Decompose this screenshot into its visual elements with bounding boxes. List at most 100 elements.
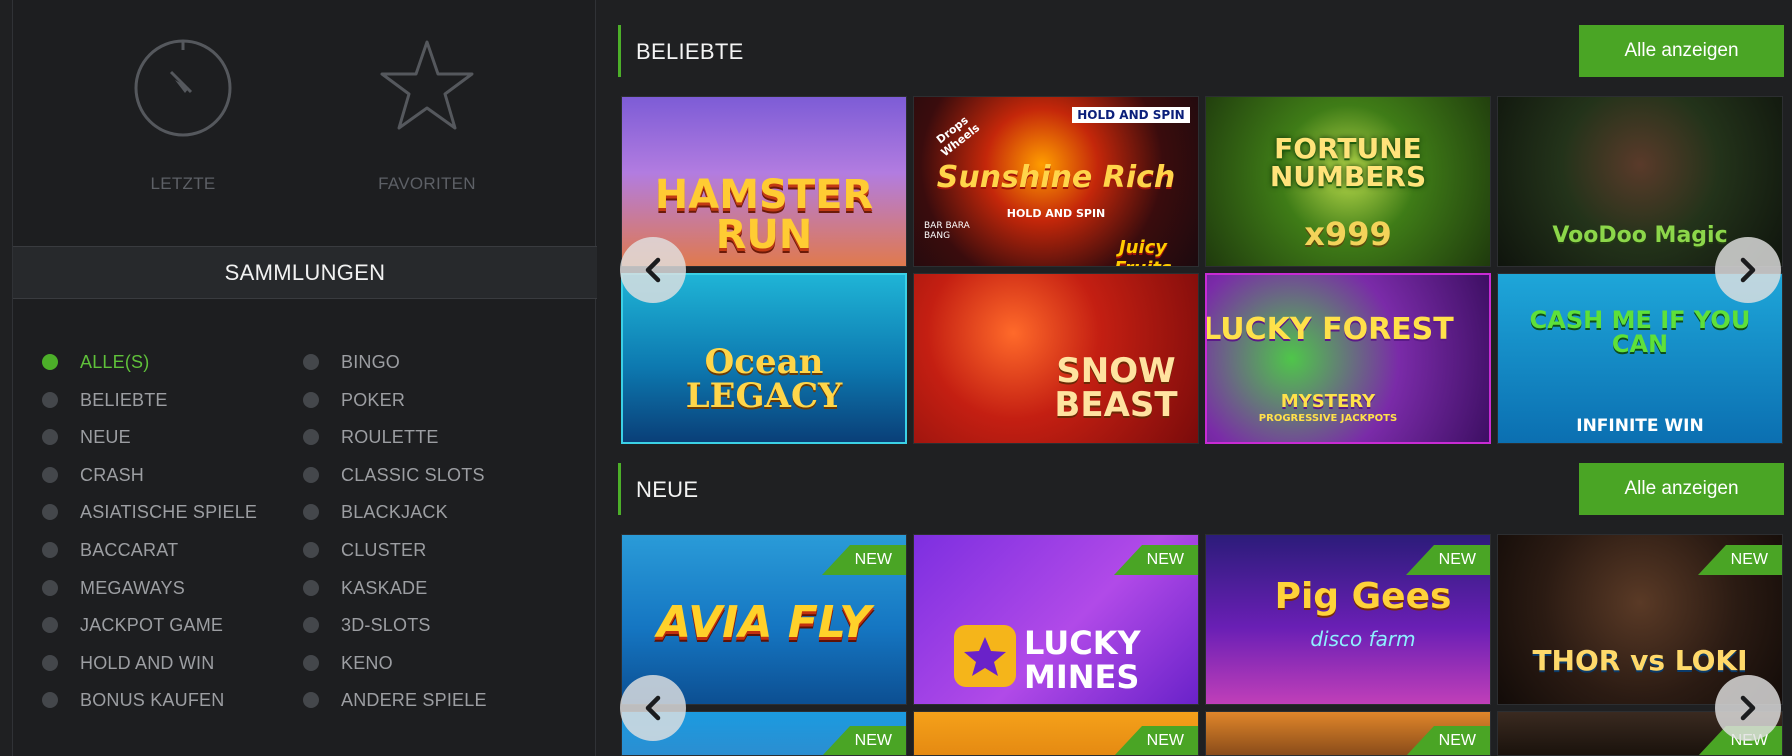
collection-label: ALLE(S)	[80, 351, 150, 372]
game-subtitle: INFINITE WIN	[1576, 416, 1704, 436]
game-subtitle: disco farm	[1310, 627, 1416, 651]
section-accent-bar	[618, 25, 621, 77]
collection-label: BACCARAT	[80, 539, 179, 560]
radio-dot	[42, 467, 58, 483]
radio-dot	[42, 542, 58, 558]
collection-label: ASIATISCHE SPIELE	[80, 501, 258, 522]
favorites-link[interactable]: FAVORITEN	[327, 36, 527, 194]
game-title: Sunshine Rich	[936, 160, 1176, 195]
collection-item-cluster[interactable]: CLUSTER	[303, 531, 426, 569]
recent-games-link[interactable]: LETZTE	[83, 36, 283, 194]
collection-item-jackpot[interactable]: JACKPOT GAME	[42, 606, 223, 644]
game-tile[interactable]: NEW	[1205, 711, 1491, 756]
casino-page: LETZTE FAVORITEN SAMMLUNGEN ALLE(S) BELI…	[0, 0, 1792, 756]
sidebar: LETZTE FAVORITEN SAMMLUNGEN ALLE(S) BELI…	[12, 0, 597, 756]
collection-item-crash[interactable]: CRASH	[42, 456, 144, 494]
collection-item-asian[interactable]: ASIATISCHE SPIELE	[42, 493, 257, 531]
collection-item-blackjack[interactable]: BLACKJACK	[303, 493, 448, 531]
game-subtitle: MYSTERY	[1280, 391, 1376, 412]
collection-item-roulette[interactable]: ROULETTE	[303, 418, 439, 456]
radio-dot	[303, 467, 319, 483]
collection-label: BLACKJACK	[341, 501, 448, 522]
star-icon	[954, 625, 1016, 687]
collection-label: NEUE	[80, 426, 131, 447]
game-hold-and-spin-tag: HOLD AND SPIN	[1072, 107, 1190, 123]
game-subtitle: HOLD AND SPIN	[1006, 207, 1106, 220]
new-prev-button[interactable]	[620, 675, 686, 741]
new-next-button[interactable]	[1715, 675, 1781, 741]
collection-label: BINGO	[341, 351, 401, 372]
game-title: FORTUNE NUMBERS	[1269, 132, 1427, 193]
radio-dot	[42, 429, 58, 445]
collection-item-megaways[interactable]: MEGAWAYS	[42, 569, 185, 607]
popular-prev-button[interactable]	[620, 237, 686, 303]
radio-dot	[42, 655, 58, 671]
popular-section-header: BELIEBTE Alle anzeigen	[618, 25, 1784, 77]
collections-title: SAMMLUNGEN	[224, 259, 386, 285]
radio-dot	[303, 504, 319, 520]
game-title: CASH ME IF YOU CAN	[1529, 306, 1751, 358]
stopwatch-icon	[134, 39, 232, 137]
radio-dot	[42, 617, 58, 633]
collection-label: BONUS KAUFEN	[80, 689, 225, 710]
quick-links: LETZTE FAVORITEN	[13, 0, 597, 246]
collection-item-new[interactable]: NEUE	[42, 418, 131, 456]
radio-dot	[303, 542, 319, 558]
collection-item-other-games[interactable]: ANDERE SPIELE	[303, 681, 487, 719]
recent-label: LETZTE	[150, 174, 216, 193]
popular-show-all-button[interactable]: Alle anzeigen	[1579, 25, 1784, 77]
game-tile-sunshine-rich[interactable]: Drops Wheels HOLD AND SPIN Sunshine Rich…	[913, 96, 1199, 267]
collection-label: POKER	[341, 389, 406, 410]
game-tile[interactable]: NEW	[913, 711, 1199, 756]
collection-item-popular[interactable]: BELIEBTE	[42, 381, 168, 419]
game-title: SNOW BEAST	[1054, 351, 1178, 425]
collection-label: BELIEBTE	[80, 389, 168, 410]
radio-dot	[303, 354, 319, 370]
collection-label: ANDERE SPIELE	[341, 689, 487, 710]
radio-dot	[303, 580, 319, 596]
collection-item-cascade[interactable]: KASKADE	[303, 569, 427, 607]
game-tile-fortune-numbers[interactable]: FORTUNE NUMBERS x999	[1205, 96, 1491, 267]
radio-dot	[303, 655, 319, 671]
game-title: THOR vs LOKI	[1532, 644, 1748, 677]
collection-label: KENO	[341, 652, 393, 673]
radio-dot	[42, 580, 58, 596]
new-show-all-button[interactable]: Alle anzeigen	[1579, 463, 1784, 515]
chevron-right-icon	[1740, 695, 1756, 721]
collection-label: CLASSIC SLOTS	[341, 464, 485, 485]
radio-dot	[42, 392, 58, 408]
collection-item-bonus-buy[interactable]: BONUS KAUFEN	[42, 681, 224, 719]
game-title: LUCKY MINES	[1024, 624, 1141, 696]
collection-label: CLUSTER	[341, 539, 427, 560]
collection-item-3d-slots[interactable]: 3D-SLOTS	[303, 606, 431, 644]
game-tile-snow-beast[interactable]: SNOW BEAST	[913, 273, 1199, 444]
collection-label: 3D-SLOTS	[341, 614, 431, 635]
collection-item-baccarat[interactable]: BACCARAT	[42, 531, 178, 569]
new-section-header: NEUE Alle anzeigen	[618, 463, 1784, 515]
collections-header: SAMMLUNGEN	[13, 246, 597, 299]
popular-next-button[interactable]	[1715, 237, 1781, 303]
radio-dot	[42, 692, 58, 708]
collection-item-keno[interactable]: KENO	[303, 644, 393, 682]
chevron-left-icon	[645, 695, 661, 721]
game-tile-lucky-forest[interactable]: LUCKY FOREST MYSTERY PROGRESSIVE JACKPOT…	[1205, 273, 1491, 444]
collection-item-all[interactable]: ALLE(S)	[42, 343, 149, 381]
collection-item-hold-and-win[interactable]: HOLD AND WIN	[42, 644, 214, 682]
game-tile-lucky-mines[interactable]: LUCKY MINES NEW	[913, 534, 1199, 705]
section-accent-bar	[618, 463, 621, 515]
favorites-label: FAVORITEN	[378, 174, 476, 193]
collection-item-poker[interactable]: POKER	[303, 381, 405, 419]
star-icon	[380, 40, 474, 130]
collection-label: ROULETTE	[341, 426, 439, 447]
game-tile-pig-gees[interactable]: Pig Gees disco farm NEW	[1205, 534, 1491, 705]
game-title: Pig Gees	[1274, 576, 1452, 617]
game-title: AVIA FLY	[657, 597, 871, 648]
collection-item-classic-slots[interactable]: CLASSIC SLOTS	[303, 456, 485, 494]
game-provider: BAR BARA BANG	[924, 221, 970, 241]
game-subtitle: x999	[1304, 215, 1392, 253]
game-brand: Juicy Fruits	[1114, 237, 1172, 266]
collection-item-bingo[interactable]: BINGO	[303, 343, 400, 381]
chevron-right-icon	[1740, 257, 1756, 283]
radio-dot	[303, 429, 319, 445]
collection-label: JACKPOT GAME	[80, 614, 224, 635]
